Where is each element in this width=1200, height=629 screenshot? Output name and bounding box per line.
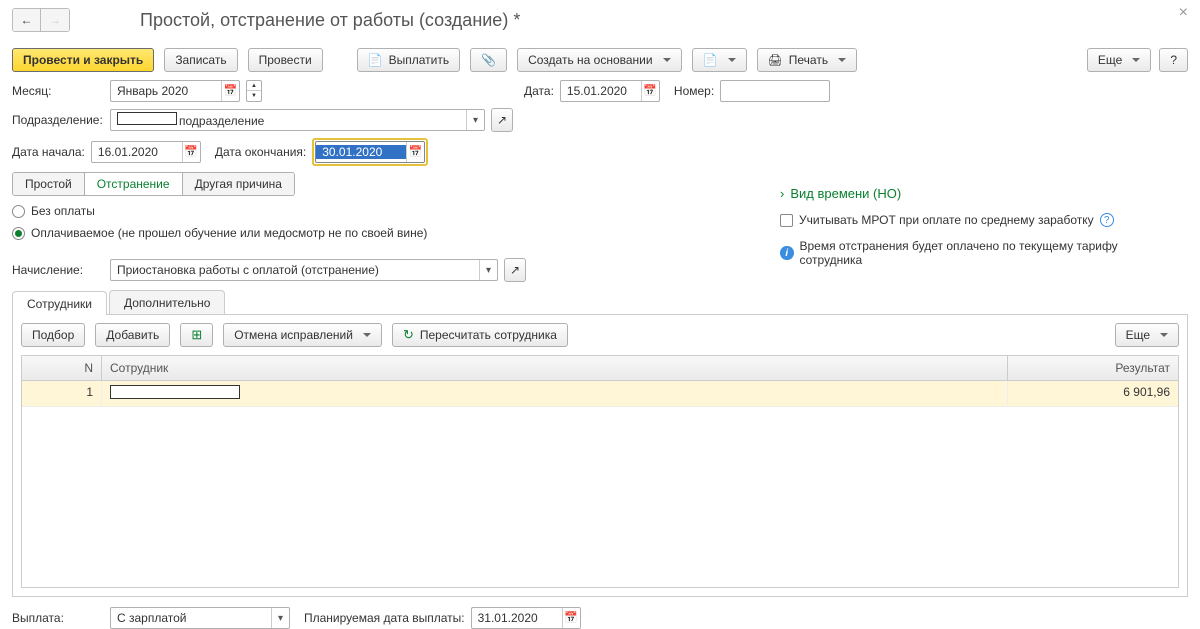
tab-other-reason[interactable]: Другая причина: [183, 173, 294, 195]
dept-label: Подразделение:: [12, 113, 104, 127]
planned-label: Планируемая дата выплаты:: [304, 611, 465, 625]
tab-simple[interactable]: Простой: [13, 173, 85, 195]
radio-no-pay-label: Без оплаты: [31, 204, 95, 218]
date-input[interactable]: 15.01.2020: [560, 80, 660, 102]
chevron-down-icon[interactable]: ▾: [479, 260, 497, 280]
attach-button[interactable]: [470, 48, 507, 72]
print-button[interactable]: Печать: [757, 48, 858, 72]
sub-more-button[interactable]: Еще: [1115, 323, 1179, 347]
payout-label: Выплата:: [12, 611, 104, 625]
copy-dropdown-button[interactable]: [692, 48, 747, 72]
col-employee[interactable]: Сотрудник: [102, 356, 1008, 380]
start-label: Дата начала:: [12, 145, 85, 159]
create-based-button[interactable]: Создать на основании: [517, 48, 682, 72]
printer-icon: [768, 53, 783, 67]
table-body-empty: [22, 407, 1178, 587]
cell-employee: [102, 381, 1008, 406]
number-label: Номер:: [674, 84, 714, 98]
tab-suspension[interactable]: Отстранение: [85, 173, 183, 195]
info-icon: i: [780, 246, 794, 260]
copy-icon: [703, 53, 718, 67]
radio-paid-label: Оплачиваемое (не прошел обучение или мед…: [31, 226, 427, 240]
table-add-button[interactable]: [180, 323, 213, 347]
more-button[interactable]: Еще: [1087, 48, 1151, 72]
calendar-icon[interactable]: [182, 142, 200, 162]
back-button[interactable]: ←: [13, 9, 41, 31]
accrual-input[interactable]: Приостановка работы с оплатой (отстранен…: [110, 259, 498, 281]
planned-date-input[interactable]: 31.01.2020: [471, 607, 581, 629]
calendar-icon[interactable]: [562, 608, 580, 628]
refresh-icon: [403, 327, 414, 343]
accrual-label: Начисление:: [12, 263, 104, 277]
month-spinner[interactable]: ▲▼: [246, 80, 262, 102]
close-icon[interactable]: ×: [1179, 4, 1188, 22]
table-row[interactable]: 1 6 901,96: [22, 381, 1178, 407]
window-title: Простой, отстранение от работы (создание…: [140, 10, 520, 31]
chevron-down-icon[interactable]: ▾: [466, 110, 484, 130]
mrot-label: Учитывать МРОТ при оплате по среднему за…: [799, 213, 1094, 227]
number-input[interactable]: [720, 80, 830, 102]
radio-paid[interactable]: [12, 227, 25, 240]
end-date-input[interactable]: 30.01.2020: [315, 141, 425, 163]
redacted-name: [110, 385, 240, 399]
payout-input[interactable]: С зарплатой ▾: [110, 607, 290, 629]
redacted-prefix: [117, 112, 177, 125]
pick-button[interactable]: Подбор: [21, 323, 85, 347]
calendar-icon[interactable]: [406, 142, 424, 162]
post-and-close-button[interactable]: Провести и закрыть: [12, 48, 154, 72]
help-icon[interactable]: ?: [1100, 213, 1114, 227]
post-button[interactable]: Провести: [248, 48, 323, 72]
col-n[interactable]: N: [22, 356, 102, 380]
tab-additional[interactable]: Дополнительно: [109, 290, 225, 314]
month-label: Месяц:: [12, 84, 104, 98]
time-type-link[interactable]: › Вид времени (НО): [780, 186, 1170, 201]
side-panel: › Вид времени (НО) Учитывать МРОТ при оп…: [780, 186, 1170, 267]
end-label: Дата окончания:: [215, 145, 306, 159]
end-date-highlight: 30.01.2020: [312, 138, 428, 166]
write-button[interactable]: Записать: [164, 48, 237, 72]
date-label: Дата:: [524, 84, 554, 98]
mrot-checkbox[interactable]: [780, 214, 793, 227]
chevron-right-icon: ›: [780, 186, 784, 201]
forward-button[interactable]: →: [41, 9, 69, 31]
cell-n: 1: [22, 381, 102, 406]
calendar-icon[interactable]: [221, 81, 239, 101]
employees-table: N Сотрудник Результат 1 6 901,96: [21, 355, 1179, 588]
tab-employees[interactable]: Сотрудники: [12, 291, 107, 315]
radio-no-pay[interactable]: [12, 205, 25, 218]
col-result[interactable]: Результат: [1008, 356, 1178, 380]
add-button[interactable]: Добавить: [95, 323, 170, 347]
table-icon: [191, 327, 202, 343]
info-text: Время отстранения будет оплачено по теку…: [800, 239, 1171, 267]
clip-icon: [481, 53, 496, 67]
dept-open-button[interactable]: ↗: [491, 108, 513, 132]
accrual-open-button[interactable]: ↗: [504, 258, 526, 282]
start-date-input[interactable]: 16.01.2020: [91, 141, 201, 163]
pay-icon: [368, 53, 383, 67]
month-input[interactable]: Январь 2020: [110, 80, 240, 102]
cancel-corrections-button[interactable]: Отмена исправлений: [223, 323, 382, 347]
reason-tabs: Простой Отстранение Другая причина: [12, 172, 295, 196]
recalc-button[interactable]: Пересчитать сотрудника: [392, 323, 568, 347]
help-button[interactable]: ?: [1159, 48, 1188, 72]
pay-button[interactable]: Выплатить: [357, 48, 460, 72]
dept-input[interactable]: подразделение ▾: [110, 109, 485, 131]
chevron-down-icon[interactable]: ▾: [271, 608, 289, 628]
calendar-icon[interactable]: [641, 81, 659, 101]
cell-result: 6 901,96: [1008, 381, 1178, 406]
